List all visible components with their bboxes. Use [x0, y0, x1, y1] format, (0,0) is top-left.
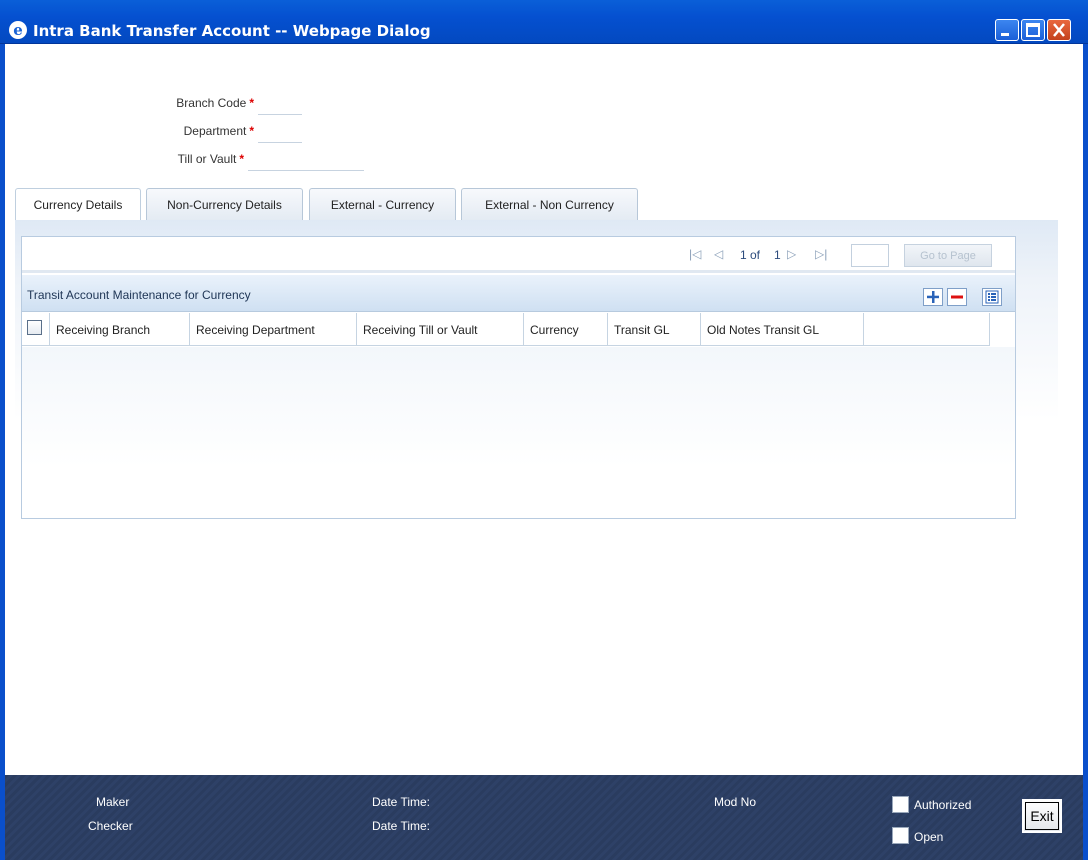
current-page-number: 1: [740, 248, 747, 262]
checker-date-time-label: Date Time:: [372, 819, 431, 833]
department-input[interactable]: [258, 125, 302, 143]
page-of-label: of: [750, 248, 761, 262]
goto-page-button[interactable]: Go to Page: [904, 244, 992, 267]
open-label: Open: [914, 830, 944, 844]
maker-date-time-label: Date Time:: [372, 795, 431, 809]
grid-column-header: Receiving Branch Receiving Department Re…: [22, 313, 990, 346]
column-currency[interactable]: Currency: [524, 313, 608, 346]
close-button[interactable]: [1047, 19, 1071, 41]
window-frame-right: [1083, 44, 1088, 860]
last-page-icon[interactable]: ▷|: [815, 247, 827, 261]
window-title: Intra Bank Transfer Account -- Webpage D…: [33, 22, 431, 40]
audit-footer: Maker Checker Date Time: Date Time: Mod …: [5, 775, 1083, 860]
plus-icon: [927, 291, 939, 303]
title-bar: e Intra Bank Transfer Account -- Webpage…: [0, 0, 1088, 44]
column-receiving-department[interactable]: Receiving Department: [190, 313, 357, 346]
column-transit-gl[interactable]: Transit GL: [608, 313, 701, 346]
select-all-cell: [22, 313, 50, 346]
column-receiving-branch[interactable]: Receiving Branch: [50, 313, 190, 346]
grid-title: Transit Account Maintenance for Currency: [27, 288, 251, 302]
minimize-icon: [1001, 33, 1009, 36]
internet-explorer-icon: e: [9, 21, 27, 39]
svg-text:e: e: [13, 21, 23, 39]
tab-external-non-currency[interactable]: External - Non Currency: [461, 188, 638, 220]
window-frame-left: [0, 44, 5, 860]
branch-code-label: Branch Code *: [176, 96, 254, 110]
required-marker: *: [239, 152, 244, 166]
column-empty: [864, 313, 990, 346]
maximize-button[interactable]: [1021, 19, 1045, 41]
tab-non-currency-details[interactable]: Non-Currency Details: [146, 188, 303, 220]
required-marker: *: [249, 124, 254, 138]
open-checkbox[interactable]: [892, 827, 909, 844]
grid-section-header: Transit Account Maintenance for Currency: [22, 275, 1015, 312]
single-view-button[interactable]: [982, 288, 1002, 306]
minimize-button[interactable]: [995, 19, 1019, 41]
goto-page-input[interactable]: [851, 244, 889, 267]
delete-row-button[interactable]: [947, 288, 967, 306]
tab-currency-details[interactable]: Currency Details: [15, 188, 141, 220]
close-icon: [1053, 23, 1065, 37]
select-all-checkbox[interactable]: [27, 320, 42, 335]
tab-external-currency[interactable]: External - Currency: [309, 188, 456, 220]
transit-account-grid-panel: |◁ ◁ 1 of 1 ▷ ▷| Go to Page Transit Acco…: [21, 236, 1016, 519]
column-old-notes-transit-gl[interactable]: Old Notes Transit GL: [701, 313, 864, 346]
department-label: Department *: [183, 124, 254, 138]
checker-label: Checker: [88, 819, 133, 833]
maker-label: Maker: [96, 795, 130, 809]
column-receiving-till-or-vault[interactable]: Receiving Till or Vault: [357, 313, 524, 346]
next-page-icon[interactable]: ▷: [787, 247, 796, 261]
exit-button[interactable]: Exit: [1022, 799, 1062, 833]
till-or-vault-label: Till or Vault *: [177, 152, 244, 166]
maximize-icon: [1026, 23, 1040, 37]
list-view-icon: [985, 290, 999, 304]
total-pages: 1: [774, 248, 781, 262]
mod-no-label: Mod No: [714, 795, 757, 809]
grid-body: [22, 347, 1015, 518]
minus-icon: [951, 295, 963, 299]
branch-code-input[interactable]: [258, 97, 302, 115]
till-or-vault-input[interactable]: [248, 153, 364, 171]
previous-page-icon[interactable]: ◁: [714, 247, 723, 261]
authorized-checkbox[interactable]: [892, 796, 909, 813]
required-marker: *: [249, 96, 254, 110]
first-page-icon[interactable]: |◁: [689, 247, 701, 261]
add-row-button[interactable]: [923, 288, 943, 306]
pager-bar: |◁ ◁ 1 of 1 ▷ ▷| Go to Page: [22, 237, 1015, 273]
authorized-label: Authorized: [914, 798, 972, 812]
